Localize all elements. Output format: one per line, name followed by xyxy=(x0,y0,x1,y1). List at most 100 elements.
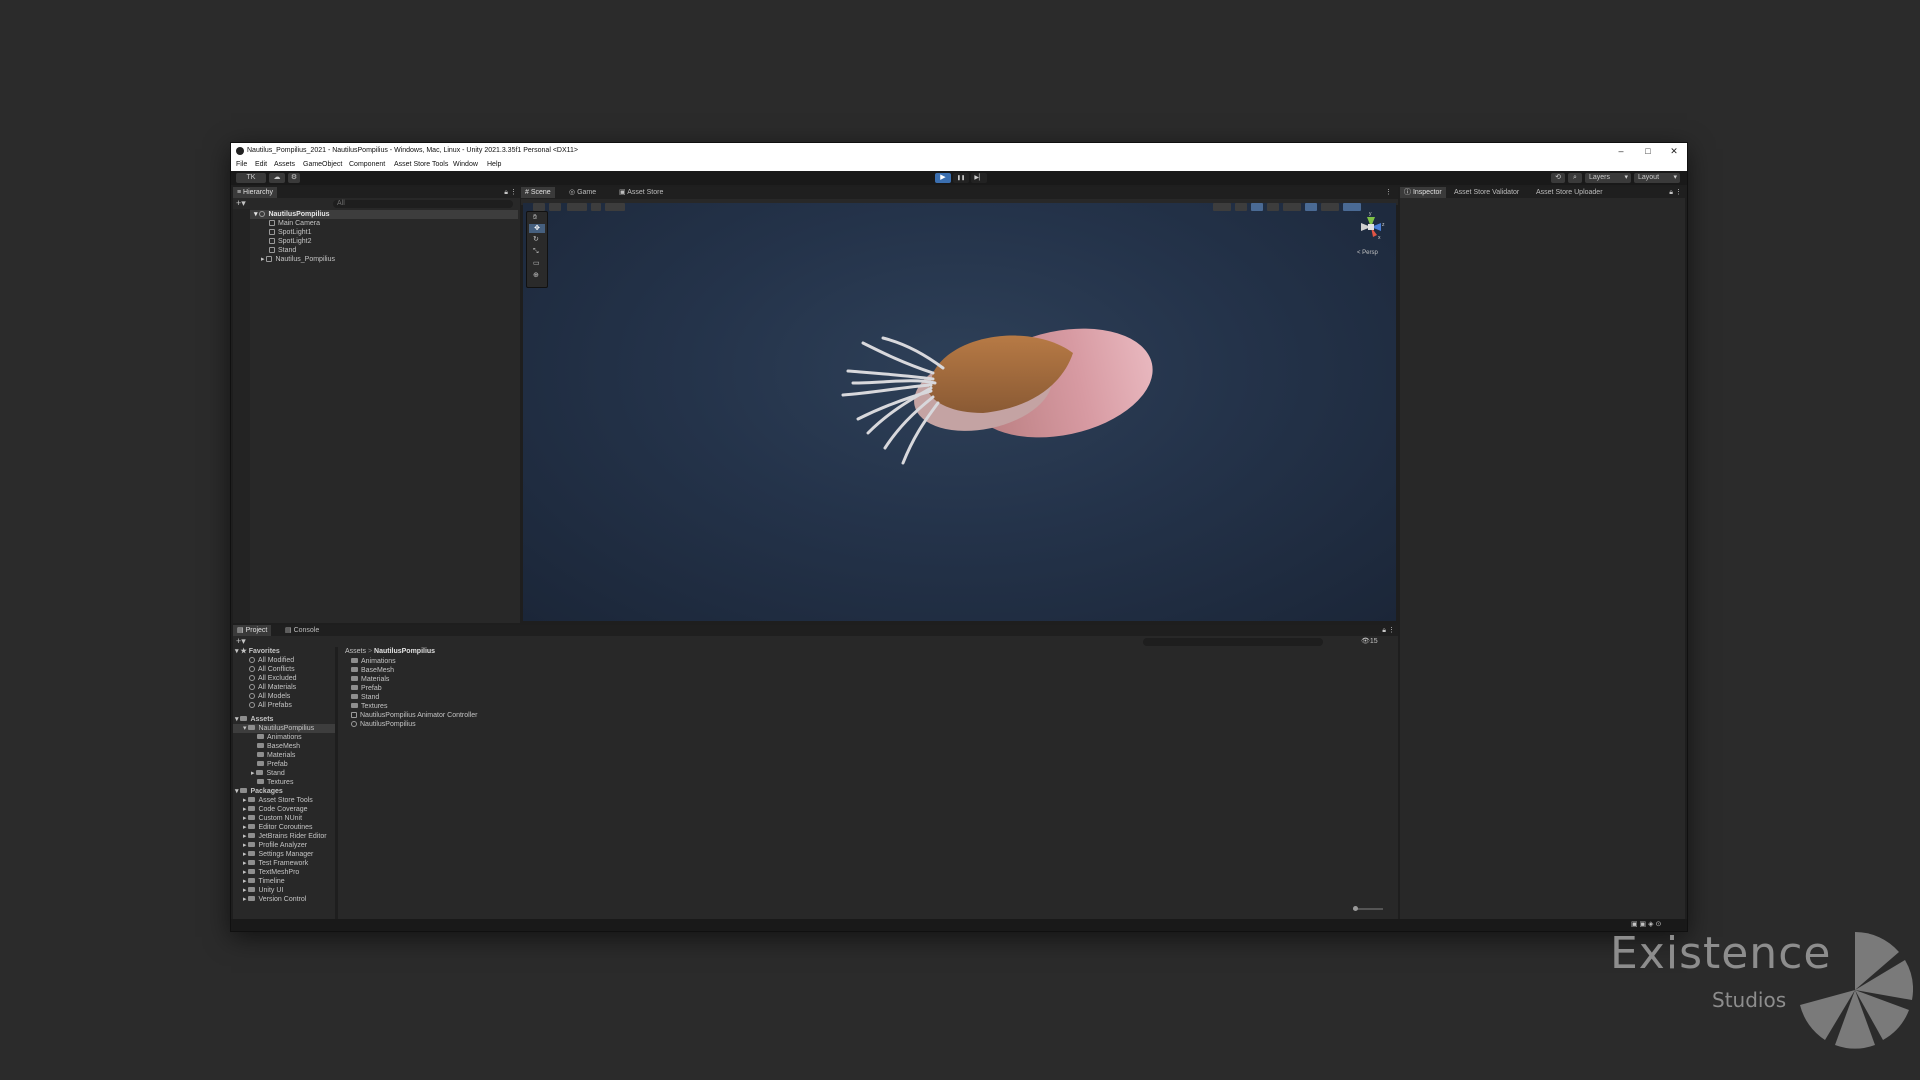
assets-header[interactable]: ▾ Assets xyxy=(235,715,273,724)
rect-tool-icon[interactable]: ▭ xyxy=(533,259,540,268)
orientation-gizmo[interactable]: y z x xyxy=(1351,207,1391,247)
transform-tool-icon[interactable]: ⊕ xyxy=(533,271,539,280)
lighting-toggle-icon[interactable] xyxy=(1251,203,1263,211)
tree-item[interactable]: BaseMesh xyxy=(257,742,300,751)
2d-toggle-icon[interactable] xyxy=(1235,203,1247,211)
file-item[interactable]: NautilusPompilius Animator Controller xyxy=(351,711,478,720)
packages-header[interactable]: ▾ Packages xyxy=(235,787,283,796)
favorite-item[interactable]: All Models xyxy=(249,692,290,701)
package-item[interactable]: ▸ Code Coverage xyxy=(243,805,308,814)
increment-snap-icon[interactable] xyxy=(591,203,601,211)
package-item[interactable]: ▸ Editor Coroutines xyxy=(243,823,313,832)
favorite-item[interactable]: All Excluded xyxy=(249,674,297,683)
pivot-icon[interactable] xyxy=(549,203,561,211)
layers-dropdown[interactable]: Layers ▾ xyxy=(1585,173,1631,183)
hierarchy-item-spotlight1[interactable]: SpotLight1 xyxy=(269,228,311,237)
menu-help[interactable]: Help xyxy=(487,161,501,168)
file-item[interactable]: Textures xyxy=(351,702,387,711)
icon-size-slider-handle[interactable] xyxy=(1353,906,1358,911)
search-icon[interactable]: ⌕ xyxy=(1568,173,1582,183)
hierarchy-search-input[interactable]: All xyxy=(333,200,513,208)
hand-tool-icon[interactable]: ✋︎ xyxy=(533,213,537,222)
kebab-menu-icon[interactable]: ⋮ xyxy=(1388,626,1395,635)
camera-settings-icon[interactable] xyxy=(1321,203,1339,211)
tab-asset-store[interactable]: ▣ Asset Store xyxy=(615,187,667,198)
favorite-item[interactable]: All Prefabs xyxy=(249,701,292,710)
hierarchy-item-stand[interactable]: Stand xyxy=(269,246,296,255)
tab-hierarchy[interactable]: ≡ Hierarchy xyxy=(233,187,277,198)
file-item[interactable]: Prefab xyxy=(351,684,382,693)
file-item[interactable]: Stand xyxy=(351,693,379,702)
history-icon[interactable]: ⟲ xyxy=(1551,173,1565,183)
package-item[interactable]: ▸ Profile Analyzer xyxy=(243,841,307,850)
package-item[interactable]: ▸ Test Framework xyxy=(243,859,308,868)
package-item[interactable]: ▸ JetBrains Rider Editor xyxy=(243,832,327,841)
scene-view[interactable]: ✋︎ ✥ ↻ ⤡ ▭ ⊕ y z x < Persp xyxy=(523,203,1396,621)
favorite-item[interactable]: All Materials xyxy=(249,683,296,692)
hidden-objects-icon[interactable] xyxy=(1305,203,1317,211)
package-item[interactable]: ▸ Unity UI xyxy=(243,886,283,895)
hidden-packages-count[interactable]: 👁︎15 xyxy=(1361,637,1378,646)
hierarchy-item-nautilus-pompilius[interactable]: ▸ Nautilus_Pompilius xyxy=(261,255,335,264)
favorites-header[interactable]: ▾ ★ Favorites xyxy=(235,647,280,656)
menu-window[interactable]: Window xyxy=(453,161,478,168)
minimize-button[interactable]: – xyxy=(1615,146,1627,156)
settings-gear-icon[interactable]: ⚙ xyxy=(288,173,300,183)
play-button[interactable]: ▶ xyxy=(935,173,951,183)
tab-console[interactable]: ▤ Console xyxy=(281,625,323,636)
hierarchy-item-spotlight2[interactable]: SpotLight2 xyxy=(269,237,311,246)
file-item[interactable]: BaseMesh xyxy=(351,666,394,675)
tree-item[interactable]: Animations xyxy=(257,733,302,742)
menu-gameobject[interactable]: GameObject xyxy=(303,161,342,168)
menu-assets[interactable]: Assets xyxy=(274,161,295,168)
file-item[interactable]: Animations xyxy=(351,657,396,666)
lock-icon[interactable]: 🔒︎ xyxy=(504,188,508,197)
project-search-input[interactable] xyxy=(1143,638,1323,646)
account-button[interactable]: TK xyxy=(236,173,266,183)
breadcrumb-root[interactable]: Assets xyxy=(345,648,366,655)
tree-item[interactable]: Prefab xyxy=(257,760,288,769)
kebab-menu-icon[interactable]: ⋮ xyxy=(1385,188,1392,197)
grid-snapping-icon[interactable] xyxy=(567,203,587,211)
menu-edit[interactable]: Edit xyxy=(255,161,267,168)
create-plus-button[interactable]: +▾ xyxy=(236,199,246,208)
effects-icon[interactable] xyxy=(1283,203,1301,211)
cloud-icon[interactable]: ☁ xyxy=(269,173,285,183)
kebab-menu-icon[interactable]: ⋮ xyxy=(1675,188,1682,197)
favorite-item[interactable]: All Conflicts xyxy=(249,665,295,674)
menu-file[interactable]: File xyxy=(236,161,247,168)
menu-component[interactable]: Component xyxy=(349,161,385,168)
step-button[interactable]: ▶▏ xyxy=(971,173,987,183)
persp-label[interactable]: < Persp xyxy=(1357,249,1378,258)
lock-icon[interactable]: 🔒︎ xyxy=(1382,626,1386,635)
shading-mode-icon[interactable] xyxy=(1213,203,1231,211)
tab-game[interactable]: ◎ Game xyxy=(565,187,600,198)
tab-project[interactable]: ▤ Project xyxy=(233,625,272,636)
maximize-button[interactable]: □ xyxy=(1642,146,1654,156)
move-tool-icon[interactable]: ✥ xyxy=(529,224,545,233)
hierarchy-root-row[interactable]: ▾ NautilusPompilius xyxy=(250,210,518,219)
kebab-menu-icon[interactable]: ⋮ xyxy=(510,188,517,197)
package-item[interactable]: ▸ Asset Store Tools xyxy=(243,796,313,805)
package-item[interactable]: ▸ Settings Manager xyxy=(243,850,313,859)
close-button[interactable]: ✕ xyxy=(1668,146,1680,156)
create-plus-button[interactable]: +▾ xyxy=(236,637,246,646)
breadcrumb-current[interactable]: NautilusPompilius xyxy=(374,648,435,655)
hierarchy-item-main-camera[interactable]: Main Camera xyxy=(269,219,320,228)
snap-settings-icon[interactable] xyxy=(605,203,625,211)
package-item[interactable]: ▸ TextMeshPro xyxy=(243,868,299,877)
layout-dropdown[interactable]: Layout ▾ xyxy=(1634,173,1680,183)
tree-scrollbar[interactable] xyxy=(335,647,338,919)
favorite-item[interactable]: All Modified xyxy=(249,656,294,665)
tree-item[interactable]: ▸ Stand xyxy=(251,769,285,778)
scale-tool-icon[interactable]: ⤡ xyxy=(533,247,539,256)
lock-icon[interactable]: 🔒︎ xyxy=(1669,188,1673,197)
tree-item-nautiluspompilius[interactable]: ▾ NautilusPompilius xyxy=(243,724,314,733)
package-item[interactable]: ▸ Custom NUnit xyxy=(243,814,302,823)
tab-asset-store-validator[interactable]: Asset Store Validator xyxy=(1450,187,1523,198)
tab-asset-store-uploader[interactable]: Asset Store Uploader xyxy=(1532,187,1607,198)
file-item[interactable]: NautilusPompilius xyxy=(351,720,416,729)
package-item[interactable]: ▸ Timeline xyxy=(243,877,285,886)
tab-scene[interactable]: # Scene xyxy=(521,187,555,198)
tree-item[interactable]: Materials xyxy=(257,751,295,760)
